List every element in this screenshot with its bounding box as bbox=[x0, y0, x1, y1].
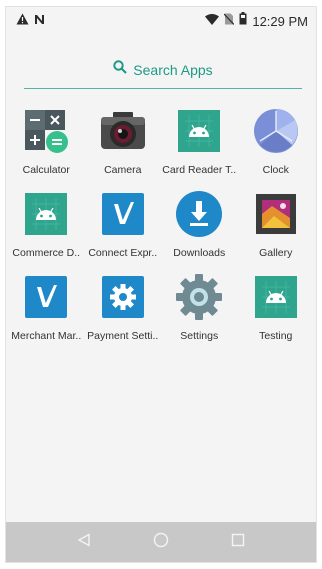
app-row: Merchant Mar.. Payment Setti.. Settings … bbox=[6, 273, 316, 342]
app-label: Merchant Mar.. bbox=[11, 330, 82, 342]
download-icon bbox=[175, 190, 223, 238]
app-row: Commerce D.. Connect Expr.. Downloads Ga… bbox=[6, 190, 316, 259]
app-label: Camera bbox=[104, 164, 142, 176]
search-icon bbox=[113, 60, 128, 79]
no-sim-icon bbox=[223, 12, 235, 30]
app-payment-settings[interactable]: Payment Setti.. bbox=[85, 273, 161, 342]
app-label: Card Reader T.. bbox=[162, 164, 237, 176]
app-testing[interactable]: Testing bbox=[238, 273, 314, 342]
settings-gear-icon bbox=[175, 273, 223, 321]
recents-icon[interactable] bbox=[231, 533, 245, 552]
app-settings[interactable]: Settings bbox=[161, 273, 237, 342]
app-grid: Calculator Camera Card Reader T.. Clock … bbox=[6, 107, 316, 356]
app-label: Testing bbox=[259, 330, 293, 342]
gallery-icon bbox=[252, 190, 300, 238]
android-icon bbox=[175, 107, 223, 155]
battery-icon bbox=[239, 12, 247, 30]
app-card-reader[interactable]: Card Reader T.. bbox=[161, 107, 237, 176]
app-label: Commerce D.. bbox=[12, 247, 81, 259]
status-time: 12:29 PM bbox=[252, 13, 308, 29]
app-clock[interactable]: Clock bbox=[238, 107, 314, 176]
wifi-icon bbox=[205, 12, 220, 30]
android-icon bbox=[22, 190, 70, 238]
app-label: Payment Setti.. bbox=[87, 330, 159, 342]
app-label: Clock bbox=[262, 164, 289, 176]
clock-icon bbox=[252, 107, 300, 155]
app-commerce[interactable]: Commerce D.. bbox=[8, 190, 84, 259]
alert-triangle-icon bbox=[16, 12, 29, 30]
app-row: Calculator Camera Card Reader T.. Clock bbox=[6, 107, 316, 176]
app-merchant-market[interactable]: Merchant Mar.. bbox=[8, 273, 84, 342]
app-camera[interactable]: Camera bbox=[85, 107, 161, 176]
app-connect-express[interactable]: Connect Expr.. bbox=[85, 190, 161, 259]
android-icon bbox=[252, 273, 300, 321]
app-gallery[interactable]: Gallery bbox=[238, 190, 314, 259]
search-apps-label: Search Apps bbox=[133, 61, 213, 78]
phone-screen: 12:29 PM Search Apps Calculator Camera C… bbox=[5, 6, 317, 563]
app-label: Downloads bbox=[173, 247, 226, 259]
gear-icon bbox=[99, 273, 147, 321]
app-label: Calculator bbox=[22, 164, 70, 176]
status-bar: 12:29 PM bbox=[6, 7, 316, 35]
home-icon[interactable] bbox=[153, 532, 169, 553]
back-icon[interactable] bbox=[77, 532, 91, 552]
v-logo-icon bbox=[22, 273, 70, 321]
app-label: Settings bbox=[180, 330, 219, 342]
search-apps-bar[interactable]: Search Apps bbox=[24, 51, 302, 89]
navigation-bar bbox=[6, 522, 316, 562]
v-logo-icon bbox=[99, 190, 147, 238]
app-calculator[interactable]: Calculator bbox=[8, 107, 84, 176]
n-icon bbox=[34, 12, 45, 30]
app-downloads[interactable]: Downloads bbox=[161, 190, 237, 259]
app-label: Connect Expr.. bbox=[88, 247, 158, 259]
app-label: Gallery bbox=[259, 247, 293, 259]
calculator-icon bbox=[22, 107, 70, 155]
camera-icon bbox=[99, 107, 147, 155]
